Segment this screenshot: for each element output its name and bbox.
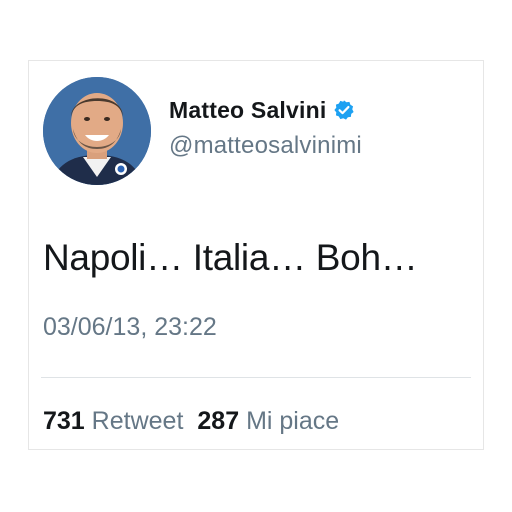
likes-label: Mi piace [246, 407, 340, 435]
verified-badge-icon [333, 99, 355, 121]
divider [41, 377, 471, 378]
likes-count: 287 [197, 407, 240, 435]
tweet-timestamp[interactable]: 03/06/13, 23:22 [43, 313, 217, 342]
avatar[interactable] [43, 77, 151, 185]
tweet-header: Matteo Salvini @matteosalvinimi [43, 77, 362, 185]
display-name[interactable]: Matteo Salvini [169, 97, 326, 124]
retweets-count: 731 [43, 407, 85, 435]
tweet-stats: 731 Retweet 287 Mi piace [43, 407, 339, 436]
tweet-card: Matteo Salvini @matteosalvinimi Napoli… … [28, 60, 484, 450]
user-names: Matteo Salvini @matteosalvinimi [169, 97, 362, 160]
tweet-text: Napoli… Italia… Boh… [43, 237, 418, 278]
likes-stat[interactable]: 287 Mi piace [197, 407, 339, 435]
retweets-label: Retweet [91, 407, 184, 435]
name-row: Matteo Salvini [169, 97, 362, 124]
user-handle[interactable]: @matteosalvinimi [169, 132, 362, 160]
avatar-image [43, 77, 151, 185]
retweets-stat[interactable]: 731 Retweet [43, 407, 183, 435]
